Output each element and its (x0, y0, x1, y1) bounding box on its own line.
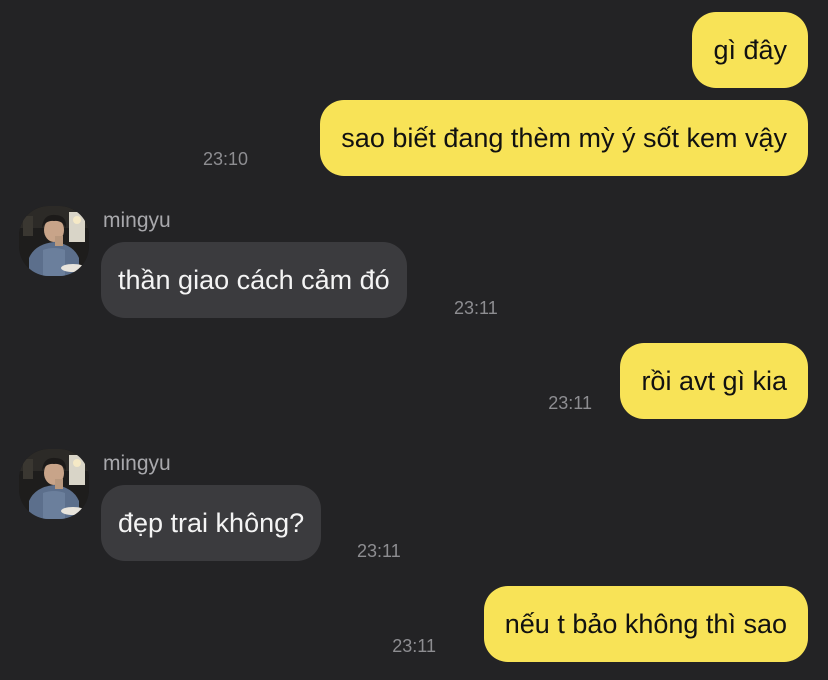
sender-name: mingyu (103, 209, 171, 232)
message-timestamp: 23:10 (202, 149, 248, 169)
my-message-bubble[interactable]: nếu t bảo không thì sao (483, 586, 808, 662)
message-timestamp: 23:11 (357, 541, 401, 561)
message-text: sao biết đang thèm mỳ ý sốt kem vậy (341, 122, 787, 153)
message-timestamp: 23:11 (392, 636, 436, 656)
avatar-photo-icon (19, 449, 89, 519)
sender-name: mingyu (103, 452, 171, 475)
avatar-photo-icon (19, 206, 89, 276)
my-message-bubble[interactable]: gì đây (692, 12, 808, 88)
message-text: nếu t bảo không thì sao (504, 608, 787, 639)
message-text: thần giao cách cảm đó (118, 264, 390, 295)
avatar[interactable] (19, 449, 89, 519)
message-text: rồi avt gì kia (641, 365, 787, 396)
message-text: đẹp trai không? (118, 507, 305, 538)
their-message-bubble[interactable]: đẹp trai không? (101, 485, 322, 561)
avatar[interactable] (19, 206, 89, 276)
their-message-bubble[interactable]: thần giao cách cảm đó (101, 242, 407, 318)
message-timestamp: 23:11 (454, 298, 498, 318)
message-text: gì đây (713, 34, 787, 65)
my-message-bubble[interactable]: rồi avt gì kia (620, 343, 808, 419)
chat-screen: { "messages": [ {"from": "me", "text": "… (0, 0, 828, 680)
message-timestamp: 23:11 (548, 393, 592, 413)
my-message-bubble[interactable]: sao biết đang thèm mỳ ý sốt kem vậy (320, 100, 808, 176)
